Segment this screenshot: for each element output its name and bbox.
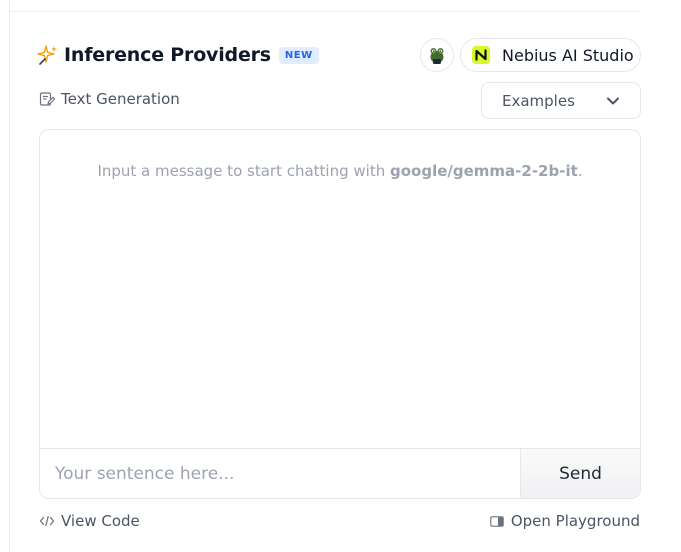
view-code-label: View Code <box>61 512 140 530</box>
provider-select-button[interactable]: Nebius AI Studio <box>460 38 641 72</box>
provider-avatar-button[interactable] <box>420 38 454 72</box>
left-divider <box>9 0 10 552</box>
page-title: Inference Providers <box>64 44 271 66</box>
chat-empty-message: Input a message to start chatting with g… <box>40 162 640 180</box>
task-label: Text Generation <box>61 90 180 108</box>
sparkle-icon <box>37 45 57 65</box>
panel-icon <box>490 515 504 527</box>
examples-dropdown[interactable]: Examples <box>481 82 641 119</box>
chat-placeholder-suffix: . <box>577 162 583 180</box>
chat-placeholder-prefix: Input a message to start chatting with <box>97 162 390 180</box>
chat-panel: Input a message to start chatting with g… <box>39 129 641 499</box>
sentence-input[interactable] <box>40 449 520 498</box>
provider-label: Nebius AI Studio <box>502 45 634 65</box>
task-type: Text Generation <box>39 88 180 110</box>
top-divider <box>10 11 640 12</box>
open-playground-label: Open Playground <box>510 512 640 530</box>
frog-avatar-icon <box>430 48 444 64</box>
title-group: Inference Providers NEW <box>37 38 319 72</box>
examples-label: Examples <box>502 91 575 110</box>
model-name: google/gemma-2-2b-it <box>389 162 578 180</box>
inference-providers-header: Inference Providers NEW Nebius AI Studio <box>37 38 641 72</box>
nebius-logo-icon <box>472 46 490 64</box>
text-generation-icon <box>39 92 55 106</box>
new-badge: NEW <box>278 46 319 64</box>
chevron-down-icon <box>607 97 619 105</box>
open-playground-link[interactable]: Open Playground <box>490 510 640 532</box>
send-button[interactable]: Send <box>520 449 640 498</box>
code-icon <box>39 515 55 527</box>
chat-input-row: Send <box>40 448 640 498</box>
view-code-link[interactable]: View Code <box>39 510 140 532</box>
